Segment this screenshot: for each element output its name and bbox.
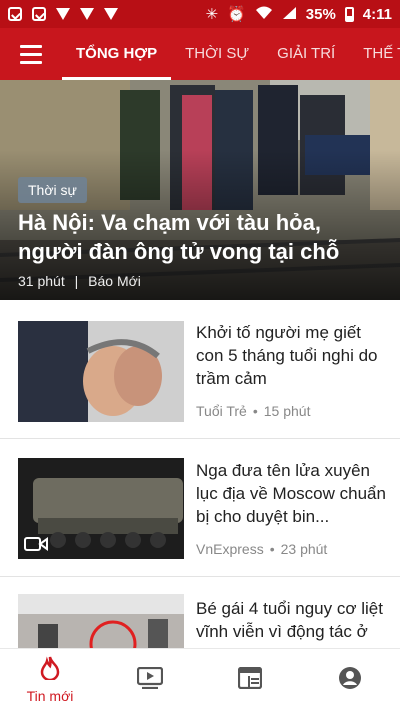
tab-giai-tri[interactable]: GIẢI TRÍ bbox=[263, 28, 349, 80]
nav-newspaper[interactable] bbox=[200, 649, 300, 711]
video-play-icon bbox=[136, 666, 164, 694]
video-camera-icon bbox=[24, 536, 48, 557]
battery-percent: 35% bbox=[305, 5, 336, 23]
alarm-icon: ⏰ bbox=[227, 6, 246, 23]
status-bar: ✳ ⏰ 35% 4:11 bbox=[0, 0, 400, 28]
clock: 4:11 bbox=[362, 5, 392, 23]
nav-video[interactable] bbox=[100, 649, 200, 711]
hero-source: Báo Mới bbox=[88, 273, 141, 289]
category-tag[interactable]: Thời sự bbox=[18, 177, 87, 203]
tab-thoi-su[interactable]: THỜI SỰ bbox=[171, 28, 263, 80]
article-title[interactable]: Khởi tố người mẹ giết con 5 tháng tuổi n… bbox=[196, 321, 388, 390]
bluetooth-icon: ✳ bbox=[205, 6, 219, 23]
hamburger-menu-icon[interactable] bbox=[0, 28, 62, 80]
article-title[interactable]: Nga đưa tên lửa xuyên lục địa về Moscow … bbox=[196, 459, 388, 528]
notification-icon bbox=[32, 7, 46, 21]
notification-icon bbox=[8, 7, 22, 21]
tab-the-thao[interactable]: THẾ TH bbox=[349, 28, 400, 80]
article-title[interactable]: Bé gái 4 tuổi nguy cơ liệt vĩnh viễn vì … bbox=[196, 597, 388, 648]
article-meta: VnExpress • 23 phút bbox=[196, 541, 328, 557]
category-tabs: TỔNG HỢP THỜI SỰ GIẢI TRÍ THẾ TH bbox=[62, 28, 400, 80]
article-thumbnail bbox=[18, 321, 184, 422]
newspaper-icon bbox=[237, 666, 263, 694]
article-time: 23 phút bbox=[280, 541, 328, 557]
nav-label: Tin mới bbox=[26, 688, 74, 704]
list-item[interactable]: Nga đưa tên lửa xuyên lục địa về Moscow … bbox=[0, 439, 400, 577]
user-profile-icon bbox=[338, 666, 362, 695]
nav-tin-moi[interactable]: Tin mới bbox=[0, 649, 100, 711]
battery-icon bbox=[344, 6, 354, 22]
hero-meta: 31 phút | Báo Mới bbox=[18, 273, 141, 289]
hero-article[interactable]: Thời sự Hà Nội: Va chạm với tàu hỏa, ngư… bbox=[0, 80, 400, 300]
tab-tong-hop[interactable]: TỔNG HỢP bbox=[62, 28, 172, 80]
wifi-icon bbox=[255, 6, 273, 23]
app-notification-icon bbox=[56, 8, 70, 20]
list-item[interactable]: Khởi tố người mẹ giết con 5 tháng tuổi n… bbox=[0, 300, 400, 439]
nav-profile[interactable] bbox=[300, 649, 400, 711]
app-notification-icon bbox=[80, 8, 94, 20]
article-thumbnail bbox=[18, 594, 184, 648]
article-time: 15 phút bbox=[263, 403, 311, 419]
bottom-nav: Tin mới bbox=[0, 648, 400, 711]
article-meta: Tuổi Trẻ • 15 phút bbox=[196, 403, 311, 419]
app-header: TỔNG HỢP THỜI SỰ GIẢI TRÍ THẾ TH bbox=[0, 28, 400, 80]
fire-icon bbox=[39, 656, 61, 685]
article-source: Tuổi Trẻ bbox=[196, 403, 247, 419]
signal-icon bbox=[282, 6, 297, 23]
hero-title[interactable]: Hà Nội: Va chạm với tàu hỏa, người đàn ô… bbox=[18, 208, 386, 266]
article-source: VnExpress bbox=[196, 541, 264, 557]
list-item[interactable]: Bé gái 4 tuổi nguy cơ liệt vĩnh viễn vì … bbox=[0, 577, 400, 648]
hero-time: 31 phút bbox=[18, 273, 65, 289]
app-notification-icon bbox=[104, 8, 118, 20]
